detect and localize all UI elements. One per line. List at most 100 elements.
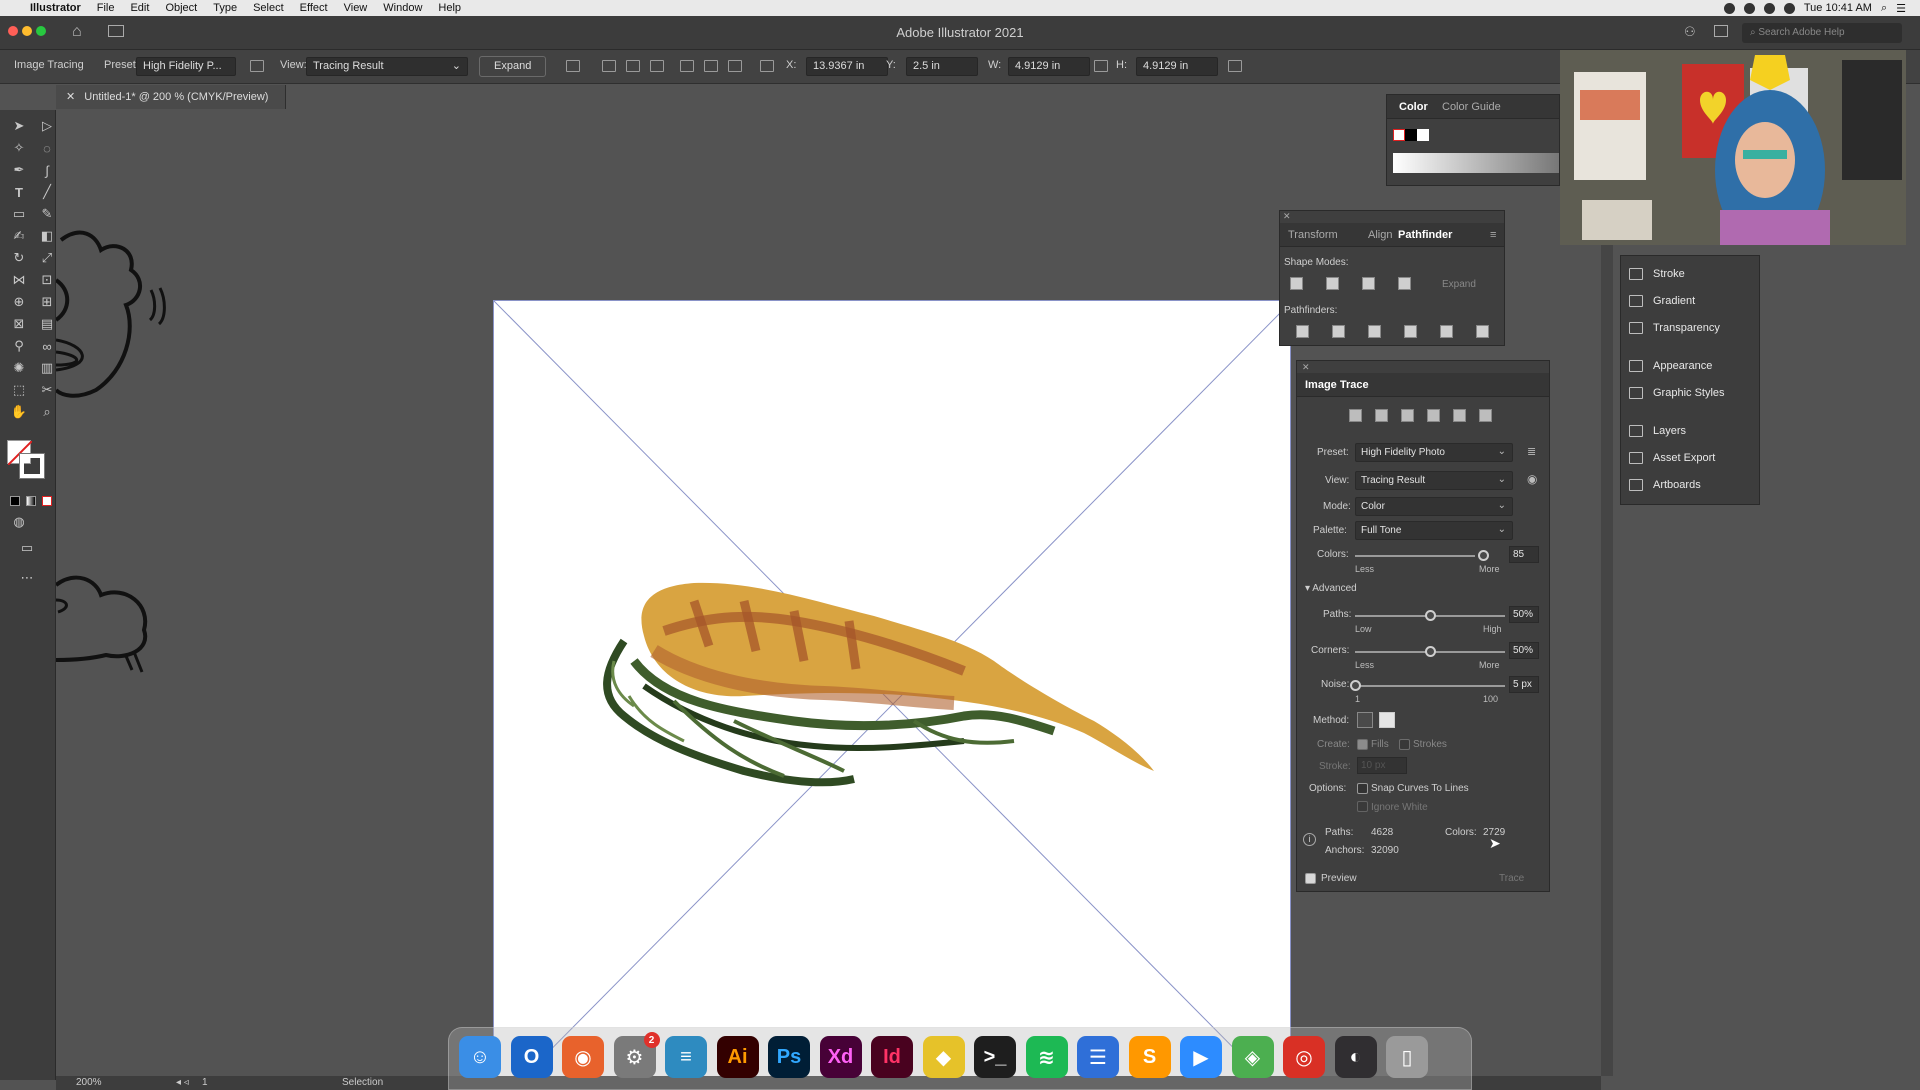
outline-preset-icon[interactable]	[1479, 409, 1492, 422]
arrange-documents-icon[interactable]	[1714, 25, 1728, 37]
eraser-tool-icon[interactable]: ◧	[36, 226, 58, 246]
crop-icon[interactable]	[1404, 325, 1417, 338]
align-to-icon[interactable]	[566, 60, 580, 72]
dock-app-outlook[interactable]: O	[510, 1036, 553, 1078]
eye-icon[interactable]: ◉	[1527, 472, 1537, 486]
align-center-icon[interactable]	[626, 60, 640, 72]
fills-checkbox[interactable]	[1357, 739, 1368, 750]
zoom-level[interactable]: 200%	[76, 1077, 102, 1088]
dock-app-xd[interactable]: Xd	[819, 1036, 862, 1078]
volume-icon[interactable]	[1763, 2, 1775, 14]
align-top-icon[interactable]	[680, 60, 694, 72]
palette-dropdown[interactable]: Full Tone ⌄	[1355, 521, 1513, 540]
hand-tool-icon[interactable]: ✋	[8, 402, 30, 422]
dock-app-zoom[interactable]: ▶	[1180, 1036, 1222, 1078]
artboard-navigation[interactable]: ◂ ◃	[176, 1077, 189, 1088]
align-bottom-icon[interactable]	[728, 60, 742, 72]
colors-input[interactable]: 85	[1509, 546, 1539, 563]
minus-back-icon[interactable]	[1476, 325, 1489, 338]
shape-builder-tool-icon[interactable]: ⊕	[8, 292, 30, 312]
align-right-icon[interactable]	[650, 60, 664, 72]
artboard-tool-icon[interactable]: ⬚	[8, 380, 30, 400]
dock-app-notes[interactable]: ≡	[665, 1036, 707, 1078]
more-tools-icon[interactable]: ⋯	[16, 568, 38, 588]
tab-color[interactable]: Color	[1399, 101, 1428, 113]
control-center-icon[interactable]: ☰	[1896, 2, 1906, 15]
noise-slider-thumb[interactable]	[1350, 680, 1361, 691]
intersect-icon[interactable]	[1362, 277, 1375, 290]
low-color-preset-icon[interactable]	[1401, 409, 1414, 422]
white-color-swatch[interactable]	[1417, 129, 1429, 141]
divide-icon[interactable]	[1296, 325, 1309, 338]
type-tool-icon[interactable]: T	[8, 182, 30, 202]
lasso-tool-icon[interactable]: ◌	[36, 138, 58, 158]
none-mode-icon[interactable]	[42, 496, 52, 506]
strokes-checkbox[interactable]	[1399, 739, 1410, 750]
grayscale-preset-icon[interactable]	[1427, 409, 1440, 422]
selection-tool-icon[interactable]: ➤	[8, 116, 30, 136]
dock-app-terminal[interactable]: >_	[974, 1036, 1016, 1078]
corners-slider-thumb[interactable]	[1425, 646, 1436, 657]
free-transform-tool-icon[interactable]: ⊡	[36, 270, 58, 290]
artboard-number[interactable]: 1	[202, 1077, 208, 1088]
dock-app-photoshop[interactable]: Ps	[768, 1036, 810, 1078]
paintbrush-tool-icon[interactable]: ✎	[36, 204, 58, 224]
trace-preset-dropdown[interactable]: High Fidelity Photo ⌄	[1355, 443, 1513, 462]
direct-selection-tool-icon[interactable]: ▷	[36, 116, 58, 136]
menu-select[interactable]: Select	[253, 2, 284, 14]
graph-tool-icon[interactable]: ▥	[36, 358, 58, 378]
menubar-clock[interactable]: Tue 10:41 AM	[1804, 2, 1872, 14]
align-left-icon[interactable]	[602, 60, 616, 72]
menu-view[interactable]: View	[344, 2, 368, 14]
perspective-grid-tool-icon[interactable]: ⊞	[36, 292, 58, 312]
current-tool[interactable]: Selection	[342, 1077, 383, 1088]
pathfinder-expand-button[interactable]: Expand	[1442, 279, 1476, 290]
help-search-input[interactable]: ⌕ Search Adobe Help	[1742, 23, 1902, 43]
expand-button[interactable]: Expand	[479, 56, 547, 77]
overlapping-method-icon[interactable]	[1379, 712, 1395, 728]
menu-window[interactable]: Window	[383, 2, 422, 14]
high-color-preset-icon[interactable]	[1375, 409, 1388, 422]
reference-point-icon[interactable]	[760, 60, 774, 72]
gradient-tool-icon[interactable]: ▤	[36, 314, 58, 334]
mode-dropdown[interactable]: Color ⌄	[1355, 497, 1513, 516]
noise-input[interactable]: 5 px	[1509, 676, 1539, 693]
panel-asset-export[interactable]: Asset Export	[1621, 447, 1761, 469]
x-field[interactable]: 13.9367 in	[806, 57, 888, 76]
manage-presets-icon[interactable]: ≣	[1527, 445, 1536, 458]
unite-icon[interactable]	[1290, 277, 1303, 290]
constrain-proportions-icon[interactable]	[1094, 60, 1108, 72]
close-panel-icon[interactable]: ✕	[1302, 362, 1310, 373]
panel-layers[interactable]: Layers	[1621, 420, 1761, 442]
color-spectrum[interactable]	[1393, 153, 1559, 173]
vertical-scrollbar[interactable]	[1601, 110, 1613, 1076]
artboard[interactable]	[493, 300, 1293, 1080]
trace-button[interactable]: Trace	[1499, 873, 1524, 884]
wifi-icon[interactable]	[1743, 2, 1755, 14]
dock-app-indesign[interactable]: Id	[871, 1036, 913, 1078]
zoom-tool-icon[interactable]: ⌕	[36, 402, 58, 422]
panel-graphic-styles[interactable]: Graphic Styles	[1621, 382, 1761, 404]
noise-slider-track[interactable]	[1355, 685, 1505, 687]
trim-icon[interactable]	[1332, 325, 1345, 338]
menu-file[interactable]: File	[97, 2, 115, 14]
dock-app-spotify[interactable]: ≋	[1025, 1036, 1068, 1078]
scale-tool-icon[interactable]: ⤢	[36, 248, 58, 268]
panel-menu-icon[interactable]: ≡	[1490, 229, 1496, 241]
paths-slider-thumb[interactable]	[1425, 610, 1436, 621]
dock-app-obs[interactable]: ◐	[1334, 1036, 1377, 1078]
menu-type[interactable]: Type	[213, 2, 237, 14]
dock-app-sublime[interactable]: S	[1128, 1036, 1171, 1078]
preview-checkbox[interactable]	[1305, 873, 1316, 884]
traced-image[interactable]	[493, 300, 1293, 1080]
trace-view-dropdown[interactable]: Tracing Result ⌄	[1355, 471, 1513, 490]
panel-appearance[interactable]: Appearance	[1621, 355, 1761, 377]
rotate-tool-icon[interactable]: ↻	[8, 248, 30, 268]
control-bar-panel-label[interactable]: Image Tracing	[14, 59, 84, 71]
close-tab-icon[interactable]: ✕	[66, 91, 75, 103]
panel-artboards[interactable]: Artboards	[1621, 474, 1761, 496]
menu-app-name[interactable]: Illustrator	[30, 2, 81, 14]
dock-app-system-preferences[interactable]: ⚙ 2	[613, 1032, 660, 1078]
dock-app-firefox[interactable]: ◉	[562, 1036, 604, 1078]
dock-app-illustrator[interactable]: Ai	[716, 1036, 759, 1078]
